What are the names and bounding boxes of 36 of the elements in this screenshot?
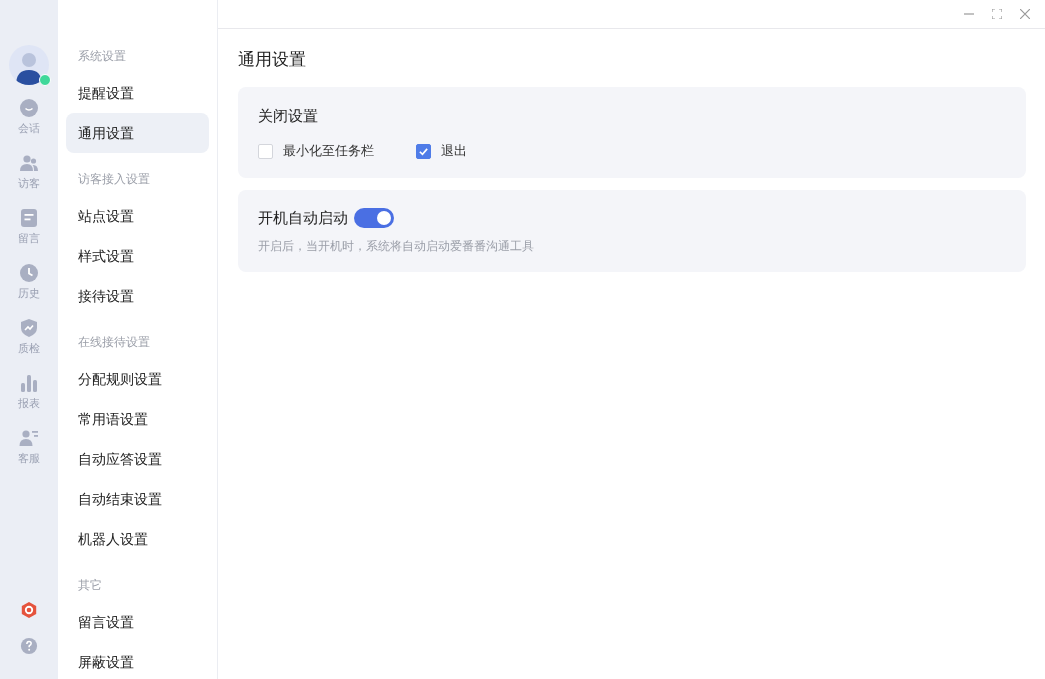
sidebar-item[interactable]: 屏蔽设置 <box>66 642 209 679</box>
lifebuoy-icon[interactable] <box>20 601 38 619</box>
bar-chart-icon[interactable] <box>19 373 39 393</box>
sidebar-item[interactable]: 接待设置 <box>66 276 209 316</box>
option-label: 最小化至任务栏 <box>283 142 374 160</box>
option-label: 退出 <box>441 142 467 160</box>
sidebar-item[interactable]: 站点设置 <box>66 196 209 236</box>
sidebar-item[interactable]: 自动结束设置 <box>66 479 209 519</box>
group-heading: 系统设置 <box>77 50 127 65</box>
maximize-icon[interactable] <box>992 9 1002 19</box>
checkbox[interactable] <box>416 143 431 159</box>
help-icon[interactable] <box>20 637 38 655</box>
clock-icon[interactable] <box>19 263 39 283</box>
sidebar-item[interactable]: 分配规则设置 <box>66 359 209 399</box>
sidebar-item[interactable]: 机器人设置 <box>66 519 209 559</box>
sidebar-item[interactable]: 样式设置 <box>66 236 209 276</box>
group-heading: 访客接入设置 <box>77 171 151 188</box>
person-list-icon[interactable] <box>19 428 39 448</box>
close-icon[interactable] <box>1020 9 1030 19</box>
sidebar-item[interactable]: 常用语设置 <box>66 399 209 439</box>
avatar[interactable] <box>9 45 49 85</box>
sidebar-item[interactable]: 通用设置 <box>66 113 209 153</box>
chat-bubble-icon[interactable] <box>19 98 39 118</box>
section-title: 开机自动启动 <box>258 208 348 229</box>
sidebar-item[interactable]: 自动应答设置 <box>66 439 209 479</box>
description-text: 开启后，当开机时，系统将自动启动爱番番沟通工具 <box>258 238 535 255</box>
people-icon[interactable] <box>19 153 39 173</box>
section-title: 关闭设置 <box>258 106 319 127</box>
toggle-switch[interactable] <box>354 208 394 228</box>
page-title: 通用设置 <box>238 48 307 71</box>
group-heading: 在线接待设置 <box>77 334 151 351</box>
sidebar-item[interactable]: 留言设置 <box>66 602 209 642</box>
sidebar-item[interactable]: 提醒设置 <box>66 73 209 113</box>
note-icon[interactable] <box>19 208 39 228</box>
shield-icon[interactable] <box>19 318 39 338</box>
group-heading: 其它 <box>77 577 103 594</box>
